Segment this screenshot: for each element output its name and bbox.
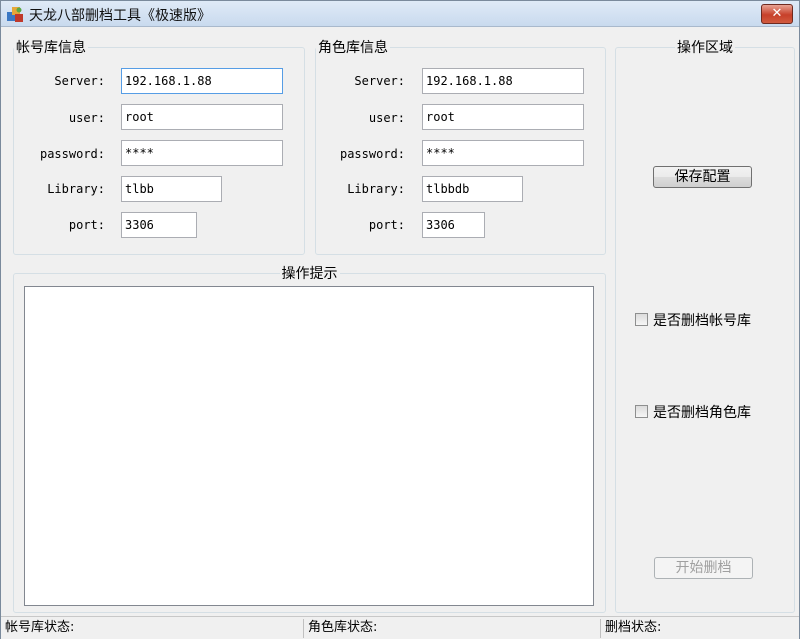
account-db-status: 帐号库状态: [5, 620, 75, 635]
role-password-label: password: [339, 147, 405, 161]
status-bar: 帐号库状态: 角色库状态: 删档状态: [1, 616, 799, 639]
role-server-input[interactable] [422, 68, 584, 94]
role-library-input[interactable] [422, 176, 523, 202]
account-user-input[interactable] [121, 104, 283, 130]
main-window: 天龙八部删档工具《极速版》 ✕ 帐号库信息 Server: user: pass… [0, 0, 800, 639]
account-library-label: Library: [47, 182, 105, 196]
account-password-input[interactable] [121, 140, 283, 166]
title-bar[interactable]: 天龙八部删档工具《极速版》 ✕ [1, 1, 799, 27]
account-server-label: Server: [54, 74, 105, 88]
delete-role-checkbox[interactable] [635, 405, 648, 418]
delete-account-checkbox[interactable] [635, 313, 648, 326]
save-config-button[interactable]: 保存配置 [653, 166, 752, 188]
hint-textarea[interactable] [24, 286, 594, 606]
delete-account-checkbox-row[interactable]: 是否删档帐号库 [635, 310, 775, 330]
role-db-status: 角色库状态: [308, 620, 378, 635]
role-server-label: Server: [354, 74, 405, 88]
role-user-label: user: [368, 111, 405, 125]
start-delete-button[interactable]: 开始删档 [654, 557, 753, 579]
window-title: 天龙八部删档工具《极速版》 [29, 8, 211, 24]
account-port-label: port: [68, 218, 105, 232]
delete-account-checkbox-label[interactable]: 是否删档帐号库 [653, 310, 751, 330]
account-user-label: user: [68, 111, 105, 125]
role-port-input[interactable] [422, 212, 485, 238]
role-user-input[interactable] [422, 104, 584, 130]
close-icon: ✕ [771, 6, 783, 21]
account-db-legend: 帐号库信息 [16, 40, 86, 56]
account-library-input[interactable] [121, 176, 222, 202]
role-library-label: Library: [347, 182, 405, 196]
account-server-input[interactable] [121, 68, 283, 94]
account-port-input[interactable] [121, 212, 197, 238]
role-db-legend: 角色库信息 [318, 40, 388, 56]
hint-legend: 操作提示 [281, 266, 338, 282]
role-password-input[interactable] [422, 140, 584, 166]
role-port-label: port: [368, 218, 405, 232]
action-legend: 操作区域 [677, 40, 733, 56]
delete-role-checkbox-row[interactable]: 是否删档角色库 [635, 402, 775, 422]
delete-role-checkbox-label[interactable]: 是否删档角色库 [653, 402, 751, 422]
app-icon [7, 7, 23, 22]
close-button[interactable]: ✕ [761, 4, 793, 24]
account-password-label: password: [39, 147, 105, 161]
delete-status: 删档状态: [605, 620, 662, 635]
